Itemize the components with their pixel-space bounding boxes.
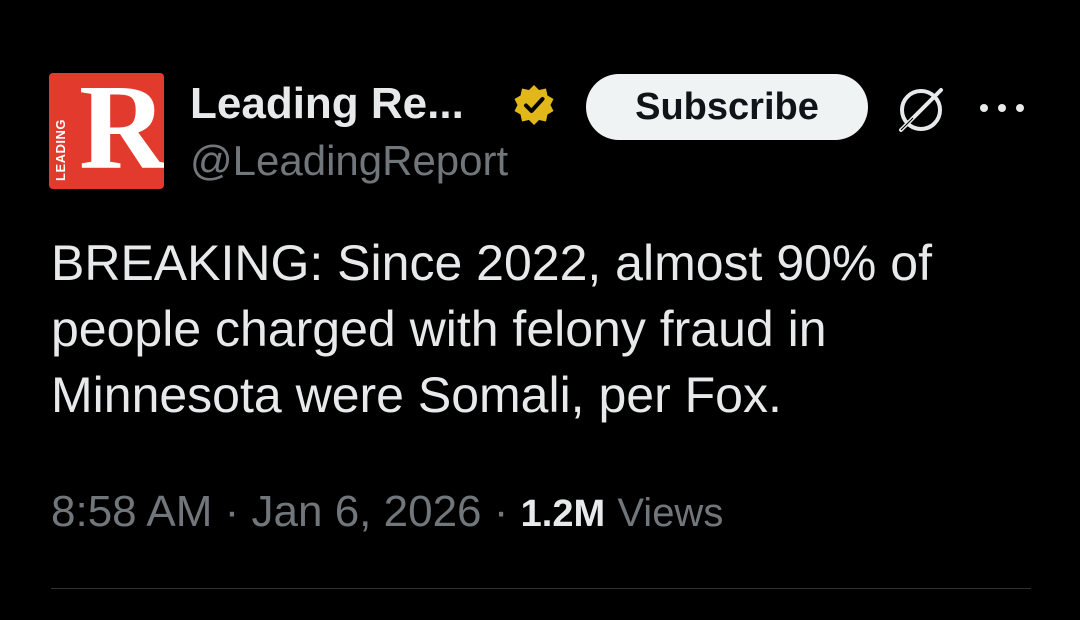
more-horizontal-icon[interactable] [978, 100, 1026, 116]
handle[interactable]: @LeadingReport [190, 136, 508, 186]
display-name[interactable]: Leading Re... [190, 78, 464, 130]
grok-icon[interactable] [893, 82, 949, 138]
avatar-logo-vertical-text: LEADING [53, 119, 68, 181]
tweet-meta: 8:58 AM · Jan 6, 2026 · 1.2M Views [51, 484, 723, 542]
tweet-date[interactable]: Jan 6, 2026 [252, 487, 482, 536]
meta-separator: · [212, 487, 252, 536]
avatar-logo-letter: R [79, 73, 164, 189]
avatar[interactable]: R LEADING [49, 73, 164, 189]
divider [51, 588, 1031, 589]
views-label: Views [617, 491, 724, 535]
tweet-time[interactable]: 8:58 AM [51, 487, 212, 536]
verified-badge-icon [514, 85, 554, 125]
subscribe-button[interactable]: Subscribe [586, 74, 868, 140]
views-count: 1.2M [520, 493, 606, 535]
meta-separator: · [481, 487, 521, 536]
tweet: R LEADING Leading Re... @LeadingReport S… [0, 0, 1080, 620]
tweet-text: BREAKING: Since 2022, almost 90% of peop… [51, 235, 932, 423]
